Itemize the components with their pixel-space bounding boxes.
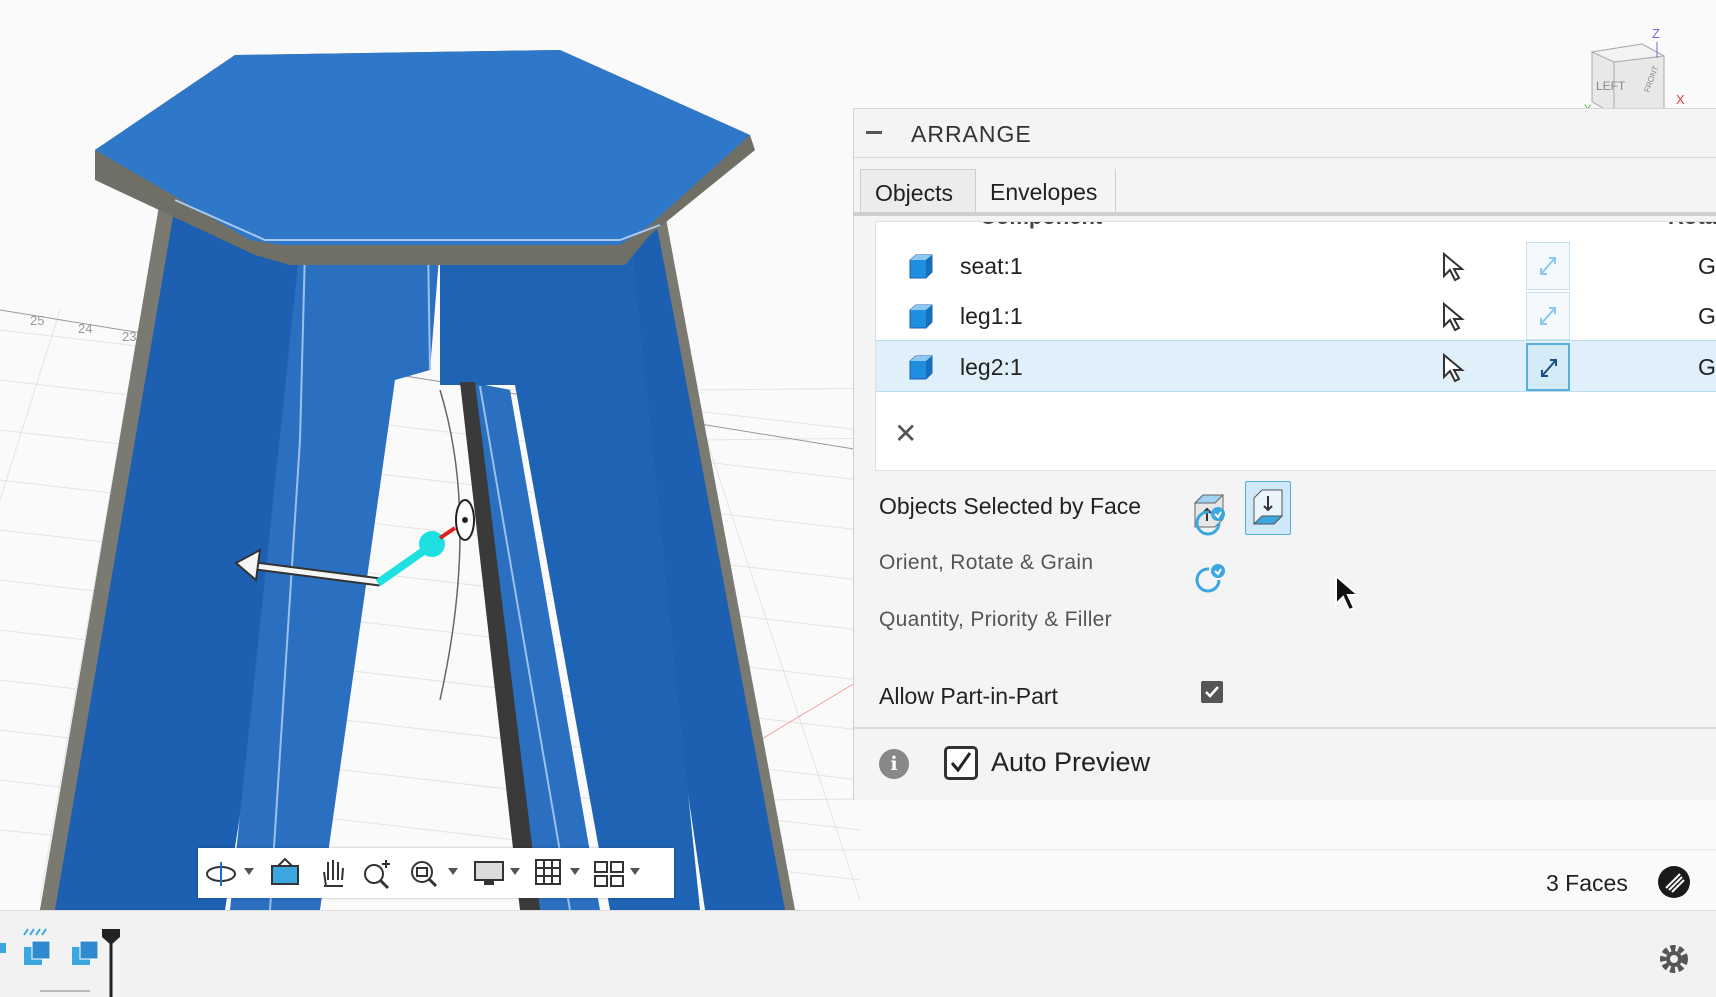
orient-rotate-grain-label: Orient, Rotate & Grain bbox=[879, 551, 1094, 574]
component-cube-icon bbox=[909, 254, 933, 279]
navigation-toolbar bbox=[198, 848, 674, 898]
move-arrow-icon bbox=[1540, 257, 1556, 275]
fit-dropdown[interactable] bbox=[448, 868, 458, 875]
check-icon bbox=[1205, 686, 1219, 698]
panel-tabs: Objects Envelopes bbox=[856, 159, 1716, 215]
timeline-bar bbox=[0, 910, 1716, 997]
x-axis-label: X bbox=[1676, 92, 1685, 107]
check-icon bbox=[950, 752, 972, 773]
ruler-tick-label: 24 bbox=[78, 321, 92, 336]
select-pointer-icon[interactable] bbox=[1440, 353, 1466, 383]
timeline-item[interactable] bbox=[0, 943, 6, 953]
timeline-feature-icon[interactable] bbox=[72, 940, 99, 965]
column-header-rotation: Rotat bbox=[1668, 222, 1716, 230]
viewports-icon[interactable] bbox=[592, 856, 626, 890]
move-arrow-icon bbox=[1541, 359, 1557, 377]
display-dropdown[interactable] bbox=[510, 868, 520, 875]
timeline-marker-head[interactable] bbox=[102, 929, 120, 945]
arrange-panel: ARRANGE Objects Envelopes Component Rota… bbox=[853, 108, 1716, 800]
component-cube-icon bbox=[909, 355, 933, 380]
grid-icon[interactable] bbox=[532, 856, 566, 890]
view-cube[interactable]: LEFT FRONT Z X Y bbox=[1580, 22, 1690, 112]
info-icon[interactable]: i bbox=[879, 749, 909, 779]
panel-title: ARRANGE bbox=[911, 121, 1032, 147]
timeline-feature-icon[interactable] bbox=[23, 928, 51, 965]
face-down-icon bbox=[1252, 489, 1284, 525]
tab-objects[interactable]: Objects bbox=[860, 169, 976, 215]
refresh-icon[interactable] bbox=[1191, 505, 1227, 541]
panel-header: ARRANGE bbox=[854, 109, 1716, 158]
move-arrow-icon bbox=[1540, 307, 1556, 325]
face-down-button[interactable] bbox=[1245, 481, 1291, 535]
table-row[interactable]: seat:1 G bbox=[876, 240, 1716, 292]
panel-divider bbox=[854, 727, 1716, 729]
auto-preview-checkbox[interactable] bbox=[944, 746, 978, 780]
component-name: leg1:1 bbox=[960, 303, 1023, 329]
clear-selection-button[interactable]: ✕ bbox=[894, 417, 917, 450]
timeline-features bbox=[0, 928, 120, 997]
fit-icon[interactable] bbox=[408, 856, 442, 890]
mouse-cursor-icon bbox=[1335, 574, 1361, 612]
allow-part-in-part-label: Allow Part-in-Part bbox=[879, 683, 1058, 709]
table-row[interactable]: leg1:1 G bbox=[876, 290, 1716, 342]
display-settings-icon[interactable] bbox=[472, 856, 506, 890]
component-name: seat:1 bbox=[960, 253, 1023, 279]
orbit-icon[interactable] bbox=[204, 856, 238, 890]
row-trailing-value: G bbox=[1698, 354, 1716, 380]
objects-selected-by-face-label: Objects Selected by Face bbox=[879, 493, 1142, 519]
grid-dropdown[interactable] bbox=[570, 868, 580, 875]
collapse-button[interactable] bbox=[866, 131, 882, 134]
rotate-handle-center bbox=[462, 517, 468, 523]
ruler-tick-label: 23 bbox=[122, 329, 136, 344]
selection-count: 3 Faces bbox=[1546, 870, 1628, 896]
zoom-icon[interactable] bbox=[360, 856, 394, 890]
column-header-component: Component bbox=[980, 222, 1102, 230]
orbit-dropdown[interactable] bbox=[244, 868, 254, 875]
look-at-icon[interactable] bbox=[268, 856, 302, 890]
tab-underline bbox=[854, 212, 1716, 216]
x-axis-line bbox=[759, 679, 861, 741]
view-cube-left-label[interactable]: LEFT bbox=[1596, 79, 1626, 93]
z-axis-label: Z bbox=[1652, 26, 1660, 41]
ruler-tick-label: 25 bbox=[30, 313, 44, 328]
table-row-selected[interactable]: leg2:1 G bbox=[876, 340, 1716, 392]
row-trailing-value: G bbox=[1698, 253, 1716, 279]
move-toggle-button[interactable] bbox=[1526, 242, 1570, 290]
select-pointer-icon[interactable] bbox=[1440, 302, 1466, 332]
allow-part-in-part-checkbox[interactable] bbox=[1201, 681, 1223, 703]
refresh-icon[interactable] bbox=[1191, 562, 1227, 598]
quantity-priority-filler-label: Quantity, Priority & Filler bbox=[879, 608, 1112, 631]
move-toggle-button[interactable] bbox=[1526, 343, 1570, 391]
component-cube-icon bbox=[909, 304, 933, 329]
component-name: leg2:1 bbox=[960, 354, 1023, 380]
row-trailing-value: G bbox=[1698, 303, 1716, 329]
viewports-dropdown[interactable] bbox=[630, 868, 640, 875]
select-pointer-icon[interactable] bbox=[1440, 252, 1466, 282]
canvas-viewport[interactable]: 25 24 23 LEFT FRONT Z X 3 Faces ARRANGE … bbox=[0, 0, 1716, 910]
pan-icon[interactable] bbox=[316, 856, 350, 890]
move-toggle-button[interactable] bbox=[1526, 292, 1570, 340]
objects-table: Component Rotat seat:1 G leg1:1 G leg2:1 bbox=[875, 221, 1716, 471]
tab-envelopes[interactable]: Envelopes bbox=[976, 169, 1116, 215]
gear-icon[interactable] bbox=[1656, 941, 1692, 977]
auto-preview-label: Auto Preview bbox=[991, 747, 1151, 777]
status-icon[interactable] bbox=[1658, 866, 1690, 898]
